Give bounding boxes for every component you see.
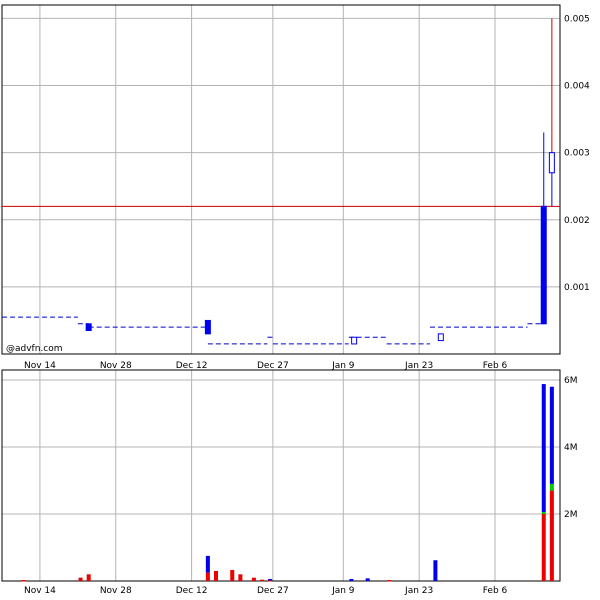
volume-bar (251, 577, 256, 581)
candle-body (351, 336, 358, 345)
volume-bar (78, 577, 83, 581)
volume-y-tick-label: 2M (564, 510, 578, 520)
volume-x-tick-label: Dec 12 (176, 586, 208, 596)
volume-bar (549, 490, 554, 581)
volume-bar (205, 555, 210, 573)
volume-bar (21, 579, 26, 582)
volume-bar (433, 560, 438, 581)
volume-bar (260, 579, 265, 582)
volume-bar (549, 386, 554, 484)
watermark-text: @advfn.com (6, 344, 63, 354)
volume-x-tick-label: Jan 23 (404, 586, 433, 596)
volume-x-tick-label: Nov 14 (24, 586, 56, 596)
candle-body (85, 323, 92, 332)
stock-chart: Nov 14 Nov 28 Dec 12 Dec 27 Jan 9 Jan 23 Feb 6… (0, 0, 600, 600)
volume-bar (230, 569, 235, 581)
price-y-tick-label: 0.004 (564, 82, 590, 92)
chart-canvas: Nov 14 Nov 28 Dec 12 Dec 27 Jan 9 Jan 23 Feb 6… (1, 4, 590, 596)
volume-x-tick-label: Nov 28 (100, 586, 132, 596)
volume-x-tick-label: Jan 9 (331, 586, 355, 596)
volume-bar (541, 514, 546, 581)
candle-body (540, 205, 547, 325)
price-y-tick-label: 0.001 (564, 283, 590, 293)
volume-bar (238, 574, 243, 581)
volume-bar (349, 578, 354, 581)
volume-bar (205, 572, 210, 581)
candle-body (204, 319, 211, 335)
volume-bar (365, 578, 370, 581)
price-y-tick-label: 0.005 (564, 14, 590, 24)
price-y-tick-label: 0.002 (564, 216, 590, 226)
price-panel: Nov 14 Nov 28 Dec 12 Dec 27 Jan 9 Jan 23 Feb 6… (1, 4, 590, 371)
volume-bar (387, 579, 392, 582)
volume-x-tick-label: Feb 6 (483, 586, 508, 596)
volume-bar (541, 512, 546, 515)
volume-panel: Nov 14 Nov 28 Dec 12 Dec 27 Jan 9 Jan 23 Feb 6… (1, 369, 578, 596)
volume-bar (268, 578, 273, 581)
volume-x-tick-label: Dec 27 (257, 586, 289, 596)
volume-frame (1, 369, 561, 582)
price-frame (1, 4, 561, 355)
volume-y-tick-label: 6M (564, 376, 578, 386)
candle-body (548, 152, 555, 174)
volume-bar (213, 570, 218, 581)
price-y-tick-label: 0.003 (564, 149, 590, 159)
volume-bar (86, 574, 91, 581)
volume-bar (549, 483, 554, 491)
volume-bar (541, 384, 546, 513)
candle-body (437, 333, 444, 342)
volume-y-tick-label: 4M (564, 443, 578, 453)
